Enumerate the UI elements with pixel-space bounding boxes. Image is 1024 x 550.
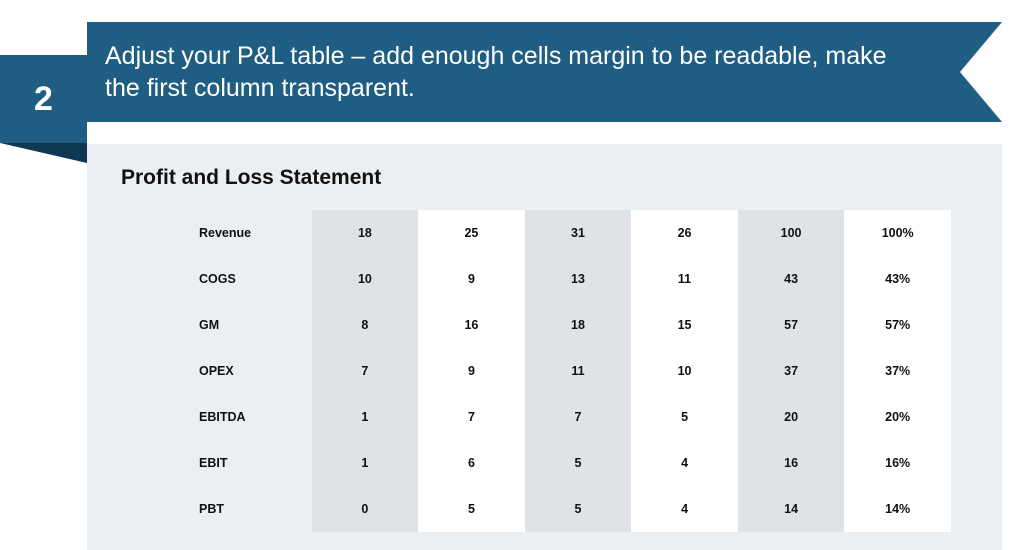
table-cell: 57% bbox=[844, 302, 951, 348]
table-cell: 5 bbox=[631, 394, 738, 440]
table-cell: 16 bbox=[738, 440, 845, 486]
step-number-badge: 2 bbox=[0, 55, 87, 143]
table-cell: 14 bbox=[738, 486, 845, 532]
table-cell: 7 bbox=[525, 394, 632, 440]
table-cell: 5 bbox=[418, 486, 525, 532]
table-cell: 20 bbox=[738, 394, 845, 440]
table-cell: 4 bbox=[631, 440, 738, 486]
table-cell: 15 bbox=[631, 302, 738, 348]
table-cell: 6 bbox=[418, 440, 525, 486]
row-label: EBIT bbox=[191, 440, 312, 486]
table-cell: 100 bbox=[738, 210, 845, 256]
table-cell: 37% bbox=[844, 348, 951, 394]
table-cell: 7 bbox=[312, 348, 419, 394]
table-row: PBT05541414% bbox=[191, 486, 951, 532]
table-cell: 9 bbox=[418, 256, 525, 302]
table-row: EBITDA17752020% bbox=[191, 394, 951, 440]
step-badge-shadow bbox=[0, 143, 87, 163]
table-cell: 16% bbox=[844, 440, 951, 486]
table-cell: 10 bbox=[631, 348, 738, 394]
table-cell: 8 bbox=[312, 302, 419, 348]
table-cell: 16 bbox=[418, 302, 525, 348]
table-cell: 13 bbox=[525, 256, 632, 302]
profit-loss-table: Revenue18253126100100%COGS10913114343%GM… bbox=[191, 210, 951, 532]
table-cell: 5 bbox=[525, 486, 632, 532]
table-cell: 10 bbox=[312, 256, 419, 302]
table-cell: 37 bbox=[738, 348, 845, 394]
table-cell: 5 bbox=[525, 440, 632, 486]
table-cell: 11 bbox=[525, 348, 632, 394]
ribbon-notch-icon bbox=[960, 22, 1002, 122]
table-cell: 1 bbox=[312, 440, 419, 486]
table-panel: Profit and Loss Statement Revenue1825312… bbox=[87, 144, 1002, 550]
table-cell: 14% bbox=[844, 486, 951, 532]
table-cell: 43% bbox=[844, 256, 951, 302]
table-row: GM81618155757% bbox=[191, 302, 951, 348]
table-cell: 43 bbox=[738, 256, 845, 302]
table-cell: 9 bbox=[418, 348, 525, 394]
table-cell: 1 bbox=[312, 394, 419, 440]
table-cell: 57 bbox=[738, 302, 845, 348]
row-label: OPEX bbox=[191, 348, 312, 394]
table-cell: 20% bbox=[844, 394, 951, 440]
table-cell: 11 bbox=[631, 256, 738, 302]
table-cell: 18 bbox=[525, 302, 632, 348]
table-cell: 4 bbox=[631, 486, 738, 532]
table-row: EBIT16541616% bbox=[191, 440, 951, 486]
step-number: 2 bbox=[34, 80, 53, 119]
table-row: COGS10913114343% bbox=[191, 256, 951, 302]
panel-title: Profit and Loss Statement bbox=[121, 166, 968, 190]
table-cell: 7 bbox=[418, 394, 525, 440]
row-label: Revenue bbox=[191, 210, 312, 256]
row-label: PBT bbox=[191, 486, 312, 532]
row-label: COGS bbox=[191, 256, 312, 302]
instruction-text: Adjust your P&L table – add enough cells… bbox=[105, 40, 912, 105]
instruction-banner: Adjust your P&L table – add enough cells… bbox=[87, 22, 1002, 122]
table-cell: 18 bbox=[312, 210, 419, 256]
row-label: GM bbox=[191, 302, 312, 348]
table-row: Revenue18253126100100% bbox=[191, 210, 951, 256]
table-cell: 31 bbox=[525, 210, 632, 256]
table-cell: 26 bbox=[631, 210, 738, 256]
table-row: OPEX7911103737% bbox=[191, 348, 951, 394]
table-cell: 25 bbox=[418, 210, 525, 256]
row-label: EBITDA bbox=[191, 394, 312, 440]
table-cell: 0 bbox=[312, 486, 419, 532]
table-cell: 100% bbox=[844, 210, 951, 256]
